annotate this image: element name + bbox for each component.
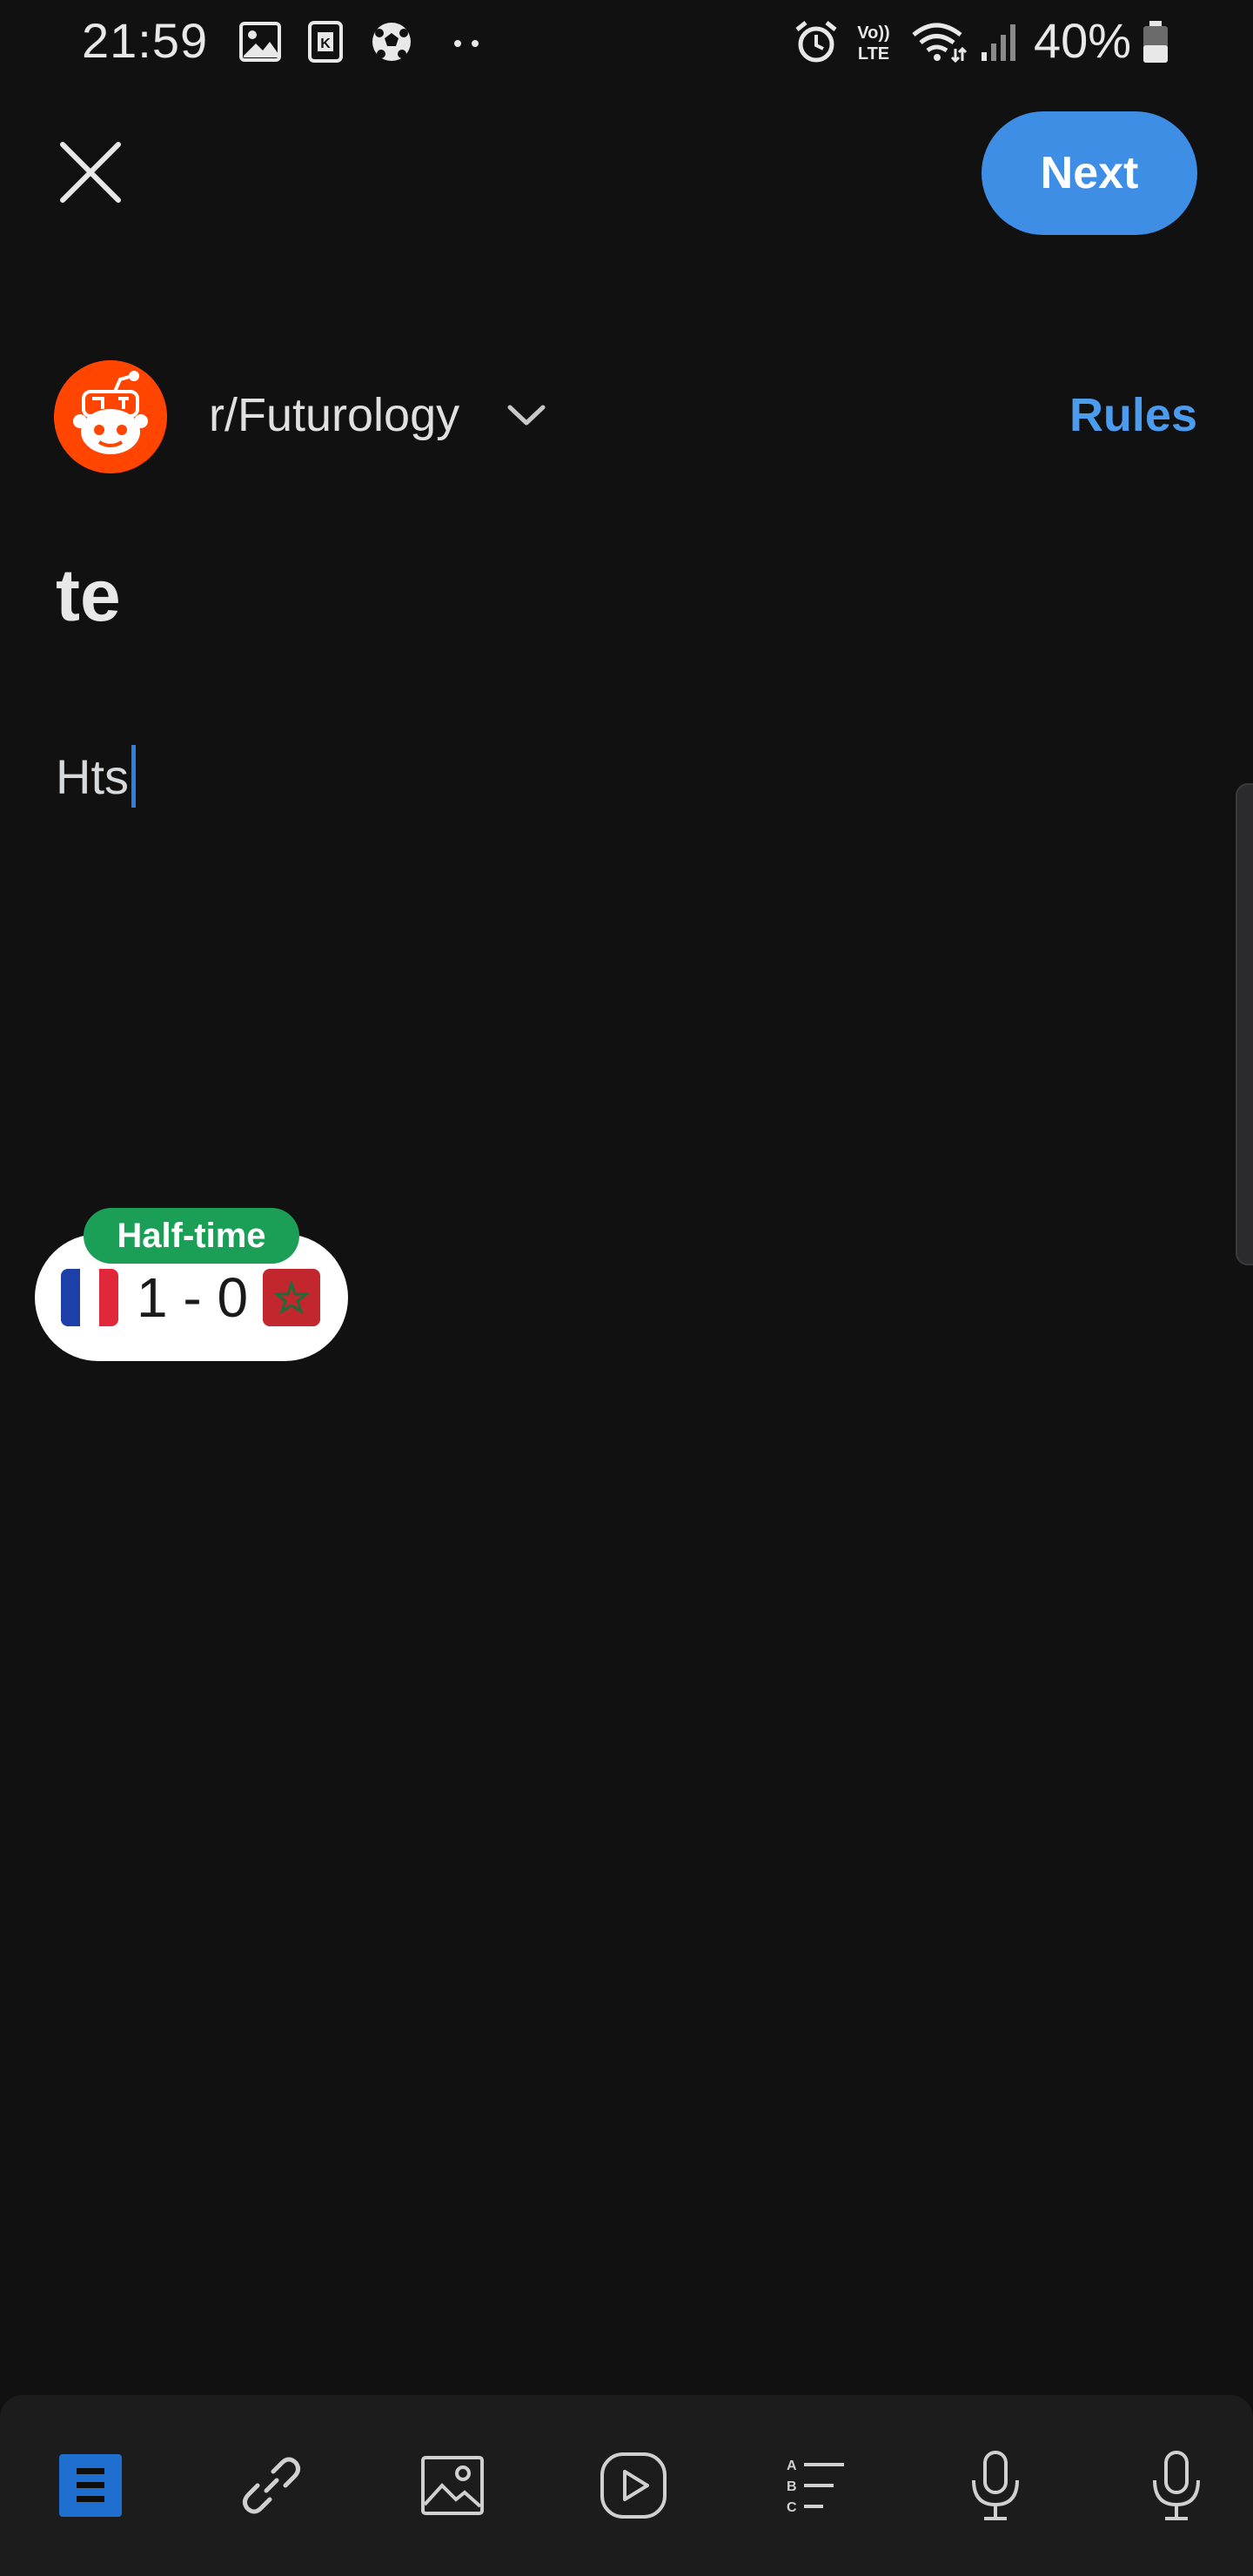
- microphone-icon: [972, 2451, 1019, 2520]
- status-bar: 21:59 K Vo)) LTE 40%: [0, 0, 1253, 87]
- battery-percent: 40%: [1034, 13, 1132, 68]
- audio-post-button[interactable]: [955, 2445, 1035, 2526]
- next-button[interactable]: Next: [982, 111, 1197, 235]
- match-score: 1 - 0: [136, 1266, 249, 1329]
- soccer-ball-icon: [372, 23, 411, 61]
- image-post-button[interactable]: [412, 2445, 492, 2526]
- image-icon: [421, 2456, 484, 2515]
- match-status-badge: Half-time: [84, 1208, 299, 1264]
- video-icon: [600, 2452, 667, 2519]
- svg-text:B: B: [787, 2479, 797, 2494]
- svg-text:A: A: [787, 2459, 797, 2473]
- svg-text:K: K: [320, 37, 331, 51]
- post-title-input[interactable]: te: [56, 553, 121, 638]
- close-button[interactable]: [50, 132, 131, 212]
- battery-icon: [1143, 21, 1168, 63]
- snoo-futurology-icon: [54, 360, 167, 473]
- volte-icon: Vo)) LTE: [857, 23, 889, 64]
- post-body-text: Hts: [56, 748, 129, 804]
- alarm-icon: [795, 21, 837, 63]
- text-cursor: [131, 745, 136, 808]
- more-dots-icon: [454, 40, 479, 47]
- community-avatar[interactable]: [54, 360, 167, 473]
- video-post-button[interactable]: [593, 2445, 673, 2526]
- k-app-icon: K: [308, 21, 343, 63]
- community-name[interactable]: r/Futurology: [209, 388, 459, 442]
- rules-link[interactable]: Rules: [1069, 388, 1197, 442]
- link-icon: [242, 2457, 301, 2514]
- chevron-down-icon[interactable]: [505, 399, 548, 433]
- post-body-input[interactable]: Hts: [56, 745, 136, 808]
- signal-icon: [982, 24, 1015, 61]
- wifi-icon: [912, 23, 968, 64]
- morocco-flag-icon: [263, 1269, 320, 1326]
- close-icon: [60, 142, 121, 203]
- side-scroll-handle[interactable]: [1236, 783, 1253, 1265]
- microphone-icon: [1153, 2451, 1200, 2520]
- image-icon: [239, 22, 281, 62]
- svg-text:Vo)): Vo)): [857, 23, 889, 43]
- status-time: 21:59: [82, 13, 209, 68]
- svg-text:C: C: [787, 2500, 797, 2515]
- link-post-button[interactable]: [231, 2445, 312, 2526]
- voice-input-button[interactable]: [1136, 2445, 1216, 2526]
- poll-icon: A B C: [787, 2459, 844, 2515]
- poll-post-button[interactable]: A B C: [774, 2445, 854, 2526]
- france-flag-icon: [61, 1269, 118, 1326]
- svg-text:LTE: LTE: [858, 44, 889, 64]
- text-post-button[interactable]: [50, 2445, 131, 2526]
- text-icon: [59, 2454, 122, 2517]
